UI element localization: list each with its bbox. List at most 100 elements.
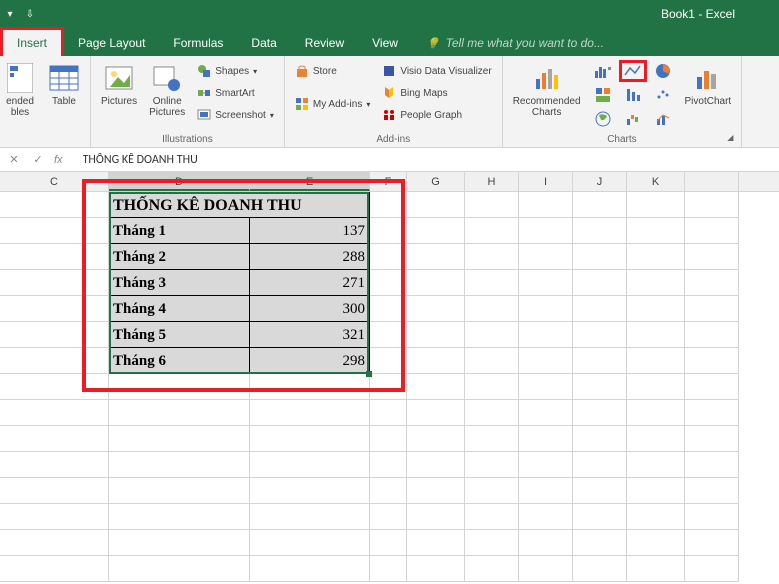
cell[interactable] bbox=[685, 192, 739, 218]
data-value[interactable]: 288 bbox=[250, 244, 370, 270]
cell[interactable] bbox=[627, 244, 685, 270]
cell[interactable] bbox=[250, 556, 370, 582]
cell[interactable] bbox=[370, 400, 407, 426]
cell[interactable] bbox=[407, 400, 465, 426]
cell[interactable] bbox=[407, 218, 465, 244]
cell[interactable] bbox=[685, 530, 739, 556]
cell[interactable] bbox=[250, 478, 370, 504]
cell[interactable] bbox=[0, 270, 109, 296]
cell[interactable] bbox=[465, 218, 519, 244]
tab-insert[interactable]: Insert bbox=[0, 27, 64, 59]
cell[interactable] bbox=[109, 374, 250, 400]
data-value[interactable]: 271 bbox=[250, 270, 370, 296]
cell[interactable] bbox=[519, 296, 573, 322]
data-label[interactable]: Tháng 5 bbox=[109, 322, 250, 348]
cell[interactable] bbox=[519, 218, 573, 244]
cell[interactable] bbox=[685, 400, 739, 426]
cell[interactable] bbox=[407, 426, 465, 452]
cell[interactable] bbox=[407, 530, 465, 556]
data-value[interactable]: 298 bbox=[250, 348, 370, 374]
formula-input[interactable] bbox=[71, 153, 773, 167]
cell[interactable] bbox=[465, 478, 519, 504]
cell[interactable] bbox=[685, 374, 739, 400]
cell[interactable] bbox=[573, 426, 627, 452]
cell[interactable] bbox=[685, 426, 739, 452]
cell[interactable] bbox=[519, 452, 573, 478]
cell[interactable] bbox=[0, 400, 109, 426]
cell[interactable] bbox=[370, 192, 407, 218]
cell[interactable] bbox=[465, 374, 519, 400]
recommended-charts-button[interactable]: Recommended Charts bbox=[509, 60, 585, 120]
cell[interactable] bbox=[627, 322, 685, 348]
cell[interactable] bbox=[0, 296, 109, 322]
table-button[interactable]: Table bbox=[44, 60, 84, 109]
cell[interactable] bbox=[627, 374, 685, 400]
cell[interactable] bbox=[465, 400, 519, 426]
cell[interactable] bbox=[370, 504, 407, 530]
data-label[interactable]: Tháng 3 bbox=[109, 270, 250, 296]
cell[interactable] bbox=[519, 192, 573, 218]
cell[interactable] bbox=[407, 348, 465, 374]
waterfall-chart-button[interactable] bbox=[619, 108, 647, 130]
col-header[interactable]: H bbox=[465, 172, 519, 191]
people-graph-button[interactable]: People Graph bbox=[378, 104, 495, 126]
cell[interactable] bbox=[627, 478, 685, 504]
cell[interactable] bbox=[465, 244, 519, 270]
data-label[interactable]: Tháng 6 bbox=[109, 348, 250, 374]
cell[interactable] bbox=[0, 530, 109, 556]
online-pictures-button[interactable]: Online Pictures bbox=[145, 60, 189, 120]
cell[interactable] bbox=[0, 556, 109, 582]
cell[interactable] bbox=[573, 374, 627, 400]
cell[interactable] bbox=[0, 322, 109, 348]
cell[interactable] bbox=[370, 296, 407, 322]
cell[interactable] bbox=[370, 478, 407, 504]
cell[interactable] bbox=[465, 270, 519, 296]
cell[interactable] bbox=[519, 322, 573, 348]
qat-dropdown-icon[interactable]: ▾ bbox=[4, 8, 16, 20]
cell[interactable] bbox=[250, 374, 370, 400]
cell[interactable] bbox=[465, 530, 519, 556]
data-label[interactable]: Tháng 1 bbox=[109, 218, 250, 244]
my-addins-button[interactable]: My Add-ins▾ bbox=[291, 82, 374, 126]
fx-icon[interactable]: fx bbox=[54, 154, 63, 166]
col-header[interactable]: E bbox=[250, 172, 370, 191]
cell[interactable] bbox=[0, 374, 109, 400]
column-chart-button[interactable] bbox=[589, 60, 617, 82]
cell[interactable] bbox=[109, 556, 250, 582]
cell[interactable] bbox=[685, 244, 739, 270]
cell[interactable] bbox=[370, 244, 407, 270]
cell[interactable] bbox=[370, 270, 407, 296]
cell[interactable] bbox=[465, 348, 519, 374]
cell[interactable] bbox=[465, 296, 519, 322]
data-value[interactable]: 321 bbox=[250, 322, 370, 348]
cell[interactable] bbox=[685, 348, 739, 374]
cell[interactable] bbox=[250, 426, 370, 452]
cell[interactable] bbox=[0, 218, 109, 244]
cell[interactable] bbox=[109, 452, 250, 478]
cell[interactable] bbox=[573, 296, 627, 322]
cell[interactable] bbox=[519, 400, 573, 426]
col-header[interactable]: F bbox=[370, 172, 407, 191]
cell[interactable] bbox=[519, 426, 573, 452]
cell[interactable] bbox=[573, 192, 627, 218]
tab-formulas[interactable]: Formulas bbox=[159, 30, 237, 56]
cell[interactable] bbox=[573, 478, 627, 504]
cell[interactable] bbox=[370, 218, 407, 244]
hierarchy-chart-button[interactable] bbox=[589, 84, 617, 106]
cell[interactable] bbox=[465, 322, 519, 348]
cell[interactable] bbox=[685, 478, 739, 504]
tab-review[interactable]: Review bbox=[291, 30, 358, 56]
data-label[interactable]: Tháng 2 bbox=[109, 244, 250, 270]
enter-formula-icon[interactable]: ✓ bbox=[30, 152, 46, 168]
cell[interactable] bbox=[370, 374, 407, 400]
smartart-button[interactable]: SmartArt bbox=[193, 82, 278, 104]
cell[interactable] bbox=[627, 400, 685, 426]
cell[interactable] bbox=[573, 530, 627, 556]
cell[interactable] bbox=[685, 452, 739, 478]
col-header[interactable]: G bbox=[407, 172, 465, 191]
map-chart-button[interactable] bbox=[589, 108, 617, 130]
cell[interactable] bbox=[627, 452, 685, 478]
col-header[interactable]: K bbox=[627, 172, 685, 191]
cell[interactable] bbox=[519, 374, 573, 400]
cell[interactable] bbox=[370, 426, 407, 452]
